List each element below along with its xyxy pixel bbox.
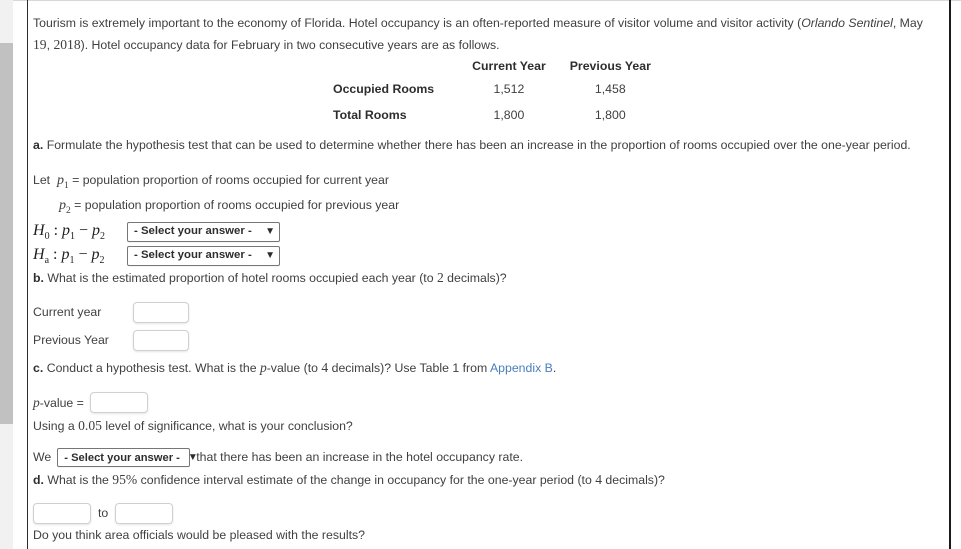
previous-year-row: Previous Year xyxy=(33,329,941,353)
pvalue-label: p-value = xyxy=(33,392,84,414)
significance-level: 0.05 xyxy=(78,417,102,433)
intro-text-tail: ). Hotel occupancy data for February in … xyxy=(80,37,500,52)
scrollbar-thumb[interactable] xyxy=(0,43,13,424)
source-citation: Orlando Sentinel xyxy=(801,16,893,30)
significance-line: Using a 0.05 level of significance, what… xyxy=(33,415,941,437)
part-b-answer-rows: Current year Previous Year xyxy=(33,301,941,353)
part-d-text-lead: What is the xyxy=(47,472,113,487)
definition-text-p2: = population proportion of rooms occupie… xyxy=(74,197,400,212)
conclusion-tail-text: that there has been an increase in the h… xyxy=(196,449,524,464)
previous-year-label: Previous Year xyxy=(33,332,109,347)
null-hypothesis-row: H0 : p1 − p2 - Select your answer - ▼ xyxy=(33,221,941,243)
definition-line-p2: p2 = population proportion of rooms occu… xyxy=(59,195,941,219)
part-c-text-3: decimals)? Use Table 1 from xyxy=(328,360,490,375)
pvalue-label-rest: -value = xyxy=(39,395,84,410)
conclusion-select-label: - Select your answer - xyxy=(64,451,180,464)
previous-year-input[interactable] xyxy=(133,330,189,352)
occupancy-table-wrapper: Current Year Previous Year Occupied Room… xyxy=(33,56,941,129)
chevron-down-icon: ▼ xyxy=(265,225,275,237)
definition-line-p1: Let p1 = population proportion of rooms … xyxy=(33,170,941,194)
occupancy-data-table: Current Year Previous Year Occupied Room… xyxy=(333,56,663,129)
part-b-decimals: 2 xyxy=(436,269,444,285)
intro-date-year: 2018 xyxy=(53,36,81,52)
let-keyword: Let xyxy=(33,173,51,188)
part-b-marker: b. xyxy=(33,270,44,285)
table-header-row: Current Year Previous Year xyxy=(333,56,663,78)
occupied-rooms-previous: 1,458 xyxy=(594,82,626,97)
table-corner-cell xyxy=(333,56,460,78)
part-b-text-lead: What is the estimated proportion of hote… xyxy=(47,270,437,285)
current-year-label: Current year xyxy=(33,304,102,319)
pvalue-p-symbol: p xyxy=(33,394,40,410)
null-hypothesis-select[interactable]: - Select your answer - ▼ xyxy=(127,221,280,242)
row-header-occupied-rooms: Occupied Rooms xyxy=(333,82,435,97)
ci-lower-input[interactable] xyxy=(33,503,91,525)
part-d-text-mid: confidence interval estimate of the chan… xyxy=(137,472,596,487)
column-header-previous-year: Previous Year xyxy=(569,58,651,73)
frame-right-border xyxy=(949,0,951,549)
table-row: Occupied Rooms 1,512 1,458 xyxy=(333,77,663,103)
conclusion-we-word: We xyxy=(33,449,52,464)
symbol-p1: p1 xyxy=(56,173,69,192)
pvalue-input[interactable] xyxy=(89,392,148,414)
current-year-input[interactable] xyxy=(133,302,189,324)
ci-upper-input[interactable] xyxy=(115,503,174,525)
total-rooms-previous: 1,800 xyxy=(594,107,626,122)
null-hypothesis-select-label: - Select your answer - xyxy=(134,225,252,238)
part-c-text-4: . xyxy=(552,360,557,375)
chevron-down-icon: ▼ xyxy=(265,249,275,261)
column-header-current-year: Current Year xyxy=(472,58,546,73)
intro-text-date-sep: , May xyxy=(892,16,923,30)
ci-to-label: to xyxy=(98,505,109,520)
part-c-marker: c. xyxy=(33,360,44,375)
confidence-interval-row: to xyxy=(33,502,941,526)
part-b-text-tail: decimals)? xyxy=(443,270,507,285)
part-b-prompt: b. What is the estimated proportion of h… xyxy=(33,267,941,289)
page-gutter xyxy=(13,1,27,549)
part-c-p-symbol: p xyxy=(259,359,267,375)
pvalue-row: p-value = xyxy=(33,391,941,415)
part-a-text: Formulate the hypothesis test that can b… xyxy=(46,138,911,153)
part-c-text-2: -value (to xyxy=(266,360,322,375)
alt-hypothesis-row: Ha : p1 − p2 - Select your answer - ▼ xyxy=(33,245,941,267)
definition-text-p1: = population proportion of rooms occupie… xyxy=(72,173,389,188)
table-row: Total Rooms 1,800 1,800 xyxy=(333,103,663,129)
total-rooms-current: 1,800 xyxy=(493,107,525,122)
part-c-text-1: Conduct a hypothesis test. What is the xyxy=(46,360,260,375)
part-c-prompt: c. Conduct a hypothesis test. What is th… xyxy=(33,357,941,379)
vertical-scrollbar[interactable] xyxy=(0,0,13,549)
part-d-text-tail: decimals)? xyxy=(602,472,665,487)
officials-question: Do you think area officials would be ple… xyxy=(33,527,365,542)
part-a-definitions: Let p1 = population proportion of rooms … xyxy=(33,170,941,218)
symbol-p2: p2 xyxy=(59,197,71,216)
page-root: Tourism is extremely important to the ec… xyxy=(0,0,961,549)
alt-hypothesis-label: Ha : p1 − p2 xyxy=(33,246,105,267)
conclusion-row: We - Select your answer - ▼ that there h… xyxy=(33,447,941,469)
intro-paragraph: Tourism is extremely important to the ec… xyxy=(33,14,941,56)
part-d-confidence-level: 95% xyxy=(112,471,138,487)
part-d-decimals: 4 xyxy=(595,471,603,487)
part-a-prompt: a. Formulate the hypothesis test that ca… xyxy=(33,136,941,156)
conclusion-select[interactable]: - Select your answer - ▼ xyxy=(57,448,198,468)
question-content: Tourism is extremely important to the ec… xyxy=(28,1,949,549)
intro-date-day: 19 xyxy=(33,36,47,52)
part-d-marker: d. xyxy=(33,472,44,487)
intro-text-lead: Tourism is extremely important to the ec… xyxy=(33,16,802,30)
appendix-b-link[interactable]: Appendix B xyxy=(490,361,553,375)
alt-hypothesis-select-label: - Select your answer - xyxy=(134,249,252,262)
alt-hypothesis-select[interactable]: - Select your answer - ▼ xyxy=(127,245,280,266)
part-a-marker: a. xyxy=(33,138,44,153)
row-header-total-rooms: Total Rooms xyxy=(333,107,407,122)
part-d-prompt: d. What is the 95% confidence interval e… xyxy=(33,469,941,491)
current-year-row: Current year xyxy=(33,301,941,325)
significance-text-lead: Using a xyxy=(33,418,79,433)
occupied-rooms-current: 1,512 xyxy=(493,82,525,97)
significance-text-tail: level of significance, what is your conc… xyxy=(101,418,353,433)
